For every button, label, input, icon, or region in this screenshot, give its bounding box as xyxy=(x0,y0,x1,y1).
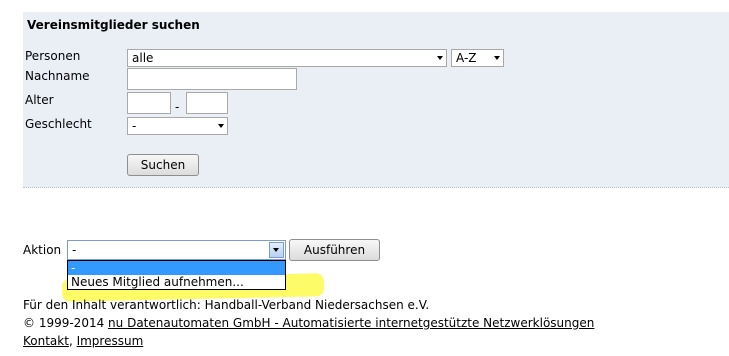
personen-label: Personen xyxy=(25,49,81,63)
execute-button[interactable]: Ausführen xyxy=(289,239,380,261)
aktion-label: Aktion xyxy=(23,243,62,257)
dropdown-toggle-button[interactable] xyxy=(269,242,284,258)
impressum-link[interactable]: Impressum xyxy=(77,334,144,348)
chevron-down-icon xyxy=(218,124,224,128)
alter-to-input[interactable] xyxy=(186,92,228,114)
personen-select[interactable]: alle xyxy=(127,49,447,67)
company-link[interactable]: nu Datenautomaten GmbH - Automatisierte … xyxy=(108,316,594,330)
footer-responsible: Für den Inhalt verantwortlich: Handball-… xyxy=(23,298,430,312)
alter-from-input[interactable] xyxy=(127,92,171,114)
panel-title: Vereinsmitglieder suchen xyxy=(27,18,200,32)
nachname-input[interactable] xyxy=(127,68,297,90)
footer-copyright: © 1999-2014 nu Datenautomaten GmbH - Aut… xyxy=(23,316,594,330)
aktion-select-value: - xyxy=(72,243,77,257)
geschlecht-label: Geschlecht xyxy=(25,117,92,131)
alter-separator: - xyxy=(175,100,180,114)
dropdown-option-empty[interactable]: - xyxy=(68,261,285,275)
sort-select[interactable]: A-Z xyxy=(451,49,504,67)
footer-separator: , xyxy=(68,334,77,348)
chevron-down-icon xyxy=(494,56,500,60)
chevron-down-icon xyxy=(273,248,279,252)
aktion-select[interactable]: - xyxy=(67,240,286,260)
search-panel: Vereinsmitglieder suchen Personen alle A… xyxy=(23,12,729,188)
copyright-text: © 1999-2014 xyxy=(23,316,109,330)
personen-select-value: alle xyxy=(132,51,154,65)
footer-links: Kontakt, Impressum xyxy=(23,334,143,348)
search-button[interactable]: Suchen xyxy=(127,154,199,176)
geschlecht-select-value: - xyxy=(132,119,137,133)
alter-label: Alter xyxy=(25,93,54,107)
kontakt-link[interactable]: Kontakt xyxy=(23,334,69,348)
nachname-label: Nachname xyxy=(25,69,90,83)
chevron-down-icon xyxy=(437,56,443,60)
dropdown-option-new-member[interactable]: Neues Mitglied aufnehmen... xyxy=(68,275,285,289)
sort-select-value: A-Z xyxy=(456,51,477,65)
aktion-dropdown-list: - Neues Mitglied aufnehmen... xyxy=(67,260,286,290)
geschlecht-select[interactable]: - xyxy=(127,117,228,135)
